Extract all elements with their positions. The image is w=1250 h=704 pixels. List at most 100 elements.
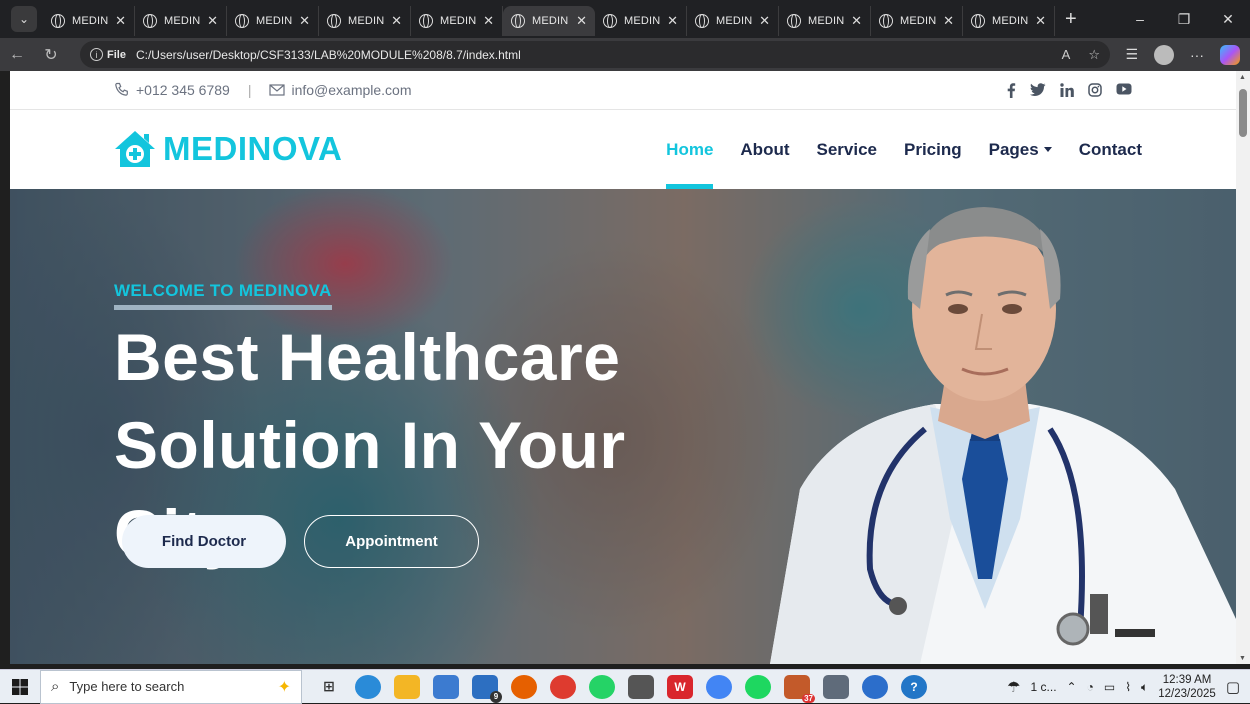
youtube-icon[interactable] xyxy=(1116,83,1132,95)
close-tab-icon[interactable]: ✕ xyxy=(667,13,678,29)
browser-tab[interactable]: MEDIN ✕ xyxy=(43,6,135,36)
copilot-icon[interactable] xyxy=(1220,44,1240,65)
read-aloud-icon[interactable]: A xyxy=(1062,47,1071,63)
facebook-icon[interactable] xyxy=(1006,82,1016,98)
close-tab-icon[interactable]: ✕ xyxy=(1035,13,1046,29)
network-icon[interactable]: ◔ xyxy=(1087,680,1094,694)
social-links xyxy=(1006,82,1132,98)
brand-logo[interactable]: MEDINOVA xyxy=(114,130,342,168)
globe-icon xyxy=(695,14,709,28)
hero-eyebrow: WELCOME TO MEDINOVA xyxy=(114,281,332,310)
browser-tab[interactable]: MEDIN ✕ xyxy=(411,6,503,36)
edge-active-icon[interactable] xyxy=(862,674,888,699)
browser-tab[interactable]: MEDIN ✕ xyxy=(503,6,595,36)
nav-link-pricing[interactable]: Pricing xyxy=(904,110,962,189)
reload-button[interactable]: ↻ xyxy=(34,45,68,65)
close-tab-icon[interactable]: ✕ xyxy=(391,13,402,29)
umbrella-weather-icon[interactable]: ☂ xyxy=(1007,678,1020,696)
browser-tab[interactable]: MEDIN ✕ xyxy=(227,6,319,36)
battery-icon[interactable]: ▭ xyxy=(1104,680,1115,694)
telegram-icon[interactable]: 37 xyxy=(784,674,815,703)
chrome-icon[interactable] xyxy=(550,674,576,699)
nav-link-about[interactable]: About xyxy=(740,110,789,189)
taskbar-search-box[interactable]: ⌕ Type here to search ✦ xyxy=(40,669,302,704)
linkedin-icon[interactable] xyxy=(1060,82,1074,97)
address-bar[interactable]: i File C:/Users/user/Desktop/CSF3133/LAB… xyxy=(80,41,1110,68)
close-window-button[interactable]: ✕ xyxy=(1206,0,1250,38)
close-tab-icon[interactable]: ✕ xyxy=(299,13,310,29)
pinned-apps: ⊞ 9 W 37 ? xyxy=(316,674,927,703)
weather-text[interactable]: 1 c... xyxy=(1031,680,1057,694)
nav-link-service[interactable]: Service xyxy=(817,110,878,189)
page-scrollbar[interactable]: ▲ ▼ xyxy=(1236,71,1250,664)
network-app-icon[interactable] xyxy=(628,674,654,699)
main-navbar: MEDINOVA Home About Service Pricing Page… xyxy=(10,110,1236,189)
sparkle-icon: ✦ xyxy=(277,678,291,696)
new-tab-button[interactable]: + xyxy=(1065,8,1077,31)
site-info-icon[interactable]: i xyxy=(90,48,103,61)
firefox-icon[interactable] xyxy=(511,674,537,699)
twitter-icon[interactable] xyxy=(1030,82,1046,97)
browser-tab[interactable]: MEDIN ✕ xyxy=(135,6,227,36)
notification-icon[interactable]: ▢ xyxy=(1226,678,1240,696)
close-tab-icon[interactable]: ✕ xyxy=(483,13,494,29)
minimize-button[interactable]: – xyxy=(1118,0,1162,38)
back-button[interactable]: ← xyxy=(0,46,34,64)
chrome-profile-icon[interactable] xyxy=(706,674,732,699)
mail-icon[interactable]: 9 xyxy=(472,674,502,703)
task-view-icon[interactable]: ⊞ xyxy=(316,675,342,699)
app-cloud-icon[interactable] xyxy=(823,674,849,699)
wifi-icon[interactable]: ⌇ xyxy=(1125,680,1131,694)
close-tab-icon[interactable]: ✕ xyxy=(759,13,770,29)
store-icon[interactable] xyxy=(433,674,459,699)
whatsapp-icon[interactable] xyxy=(589,674,615,699)
nav-link-contact[interactable]: Contact xyxy=(1079,110,1142,189)
favorite-star-icon[interactable]: ☆ xyxy=(1088,47,1100,63)
tab-actions-menu-button[interactable]: ⌄ xyxy=(11,6,37,32)
appointment-button[interactable]: Appointment xyxy=(304,515,479,568)
close-tab-icon[interactable]: ✕ xyxy=(115,13,126,29)
doctor-portrait xyxy=(770,207,1236,664)
find-doctor-button[interactable]: Find Doctor xyxy=(122,515,286,568)
nav-link-home[interactable]: Home xyxy=(666,110,714,189)
chevron-up-icon[interactable]: ⌃ xyxy=(1067,680,1077,694)
file-explorer-icon[interactable] xyxy=(394,674,420,699)
globe-icon xyxy=(787,14,801,28)
phone-number[interactable]: +012 345 6789 xyxy=(136,82,230,98)
browser-tab[interactable]: MEDIN ✕ xyxy=(871,6,963,36)
restore-button[interactable]: ❐ xyxy=(1162,0,1206,38)
tab-title: MEDIN xyxy=(348,15,385,27)
telegram-badge: 37 xyxy=(802,693,815,703)
favorites-list-icon[interactable]: ☰ xyxy=(1125,46,1138,63)
url-text[interactable]: C:/Users/user/Desktop/CSF3133/LAB%20MODU… xyxy=(136,48,521,62)
volume-icon[interactable]: 🔈︎ xyxy=(1141,680,1148,695)
close-tab-icon[interactable]: ✕ xyxy=(207,13,218,29)
edge-icon[interactable] xyxy=(355,674,381,699)
browser-tab[interactable]: MEDIN ✕ xyxy=(687,6,779,36)
help-icon[interactable]: ? xyxy=(901,674,927,699)
nav-link-pages[interactable]: Pages xyxy=(989,110,1052,189)
browser-tab[interactable]: MEDIN ✕ xyxy=(595,6,687,36)
clock-date: 12/23/2025 xyxy=(1158,688,1216,700)
clock[interactable]: 12:39 AM 12/23/2025 xyxy=(1158,673,1216,701)
close-tab-icon[interactable]: ✕ xyxy=(943,13,954,29)
spotify-icon[interactable] xyxy=(745,674,771,699)
browser-tab-strip: ⌄ MEDIN ✕ MEDIN ✕ MEDIN ✕ MEDIN ✕ MEDIN ✕ MEDIN ✕ ME… xyxy=(0,0,1250,38)
more-menu-button[interactable]: ··· xyxy=(1190,47,1204,63)
wps-office-icon[interactable]: W xyxy=(667,674,693,699)
browser-tab[interactable]: MEDIN ✕ xyxy=(963,6,1055,36)
instagram-icon[interactable] xyxy=(1088,82,1102,97)
scroll-down-arrow-icon[interactable]: ▼ xyxy=(1239,655,1246,662)
close-tab-icon[interactable]: ✕ xyxy=(576,13,587,29)
profile-avatar[interactable] xyxy=(1154,44,1174,65)
close-tab-icon[interactable]: ✕ xyxy=(851,13,862,29)
scroll-up-arrow-icon[interactable]: ▲ xyxy=(1239,74,1246,81)
email-address[interactable]: info@example.com xyxy=(291,82,411,98)
browser-tab[interactable]: MEDIN ✕ xyxy=(779,6,871,36)
contact-topbar: +012 345 6789 | info@example.com xyxy=(10,71,1236,110)
search-placeholder: Type here to search xyxy=(69,679,185,694)
tab-list: MEDIN ✕ MEDIN ✕ MEDIN ✕ MEDIN ✕ MEDIN ✕ MEDIN ✕ MEDI… xyxy=(43,0,1055,38)
browser-tab[interactable]: MEDIN ✕ xyxy=(319,6,411,36)
scrollbar-thumb[interactable] xyxy=(1239,89,1247,137)
start-button[interactable] xyxy=(0,678,40,695)
